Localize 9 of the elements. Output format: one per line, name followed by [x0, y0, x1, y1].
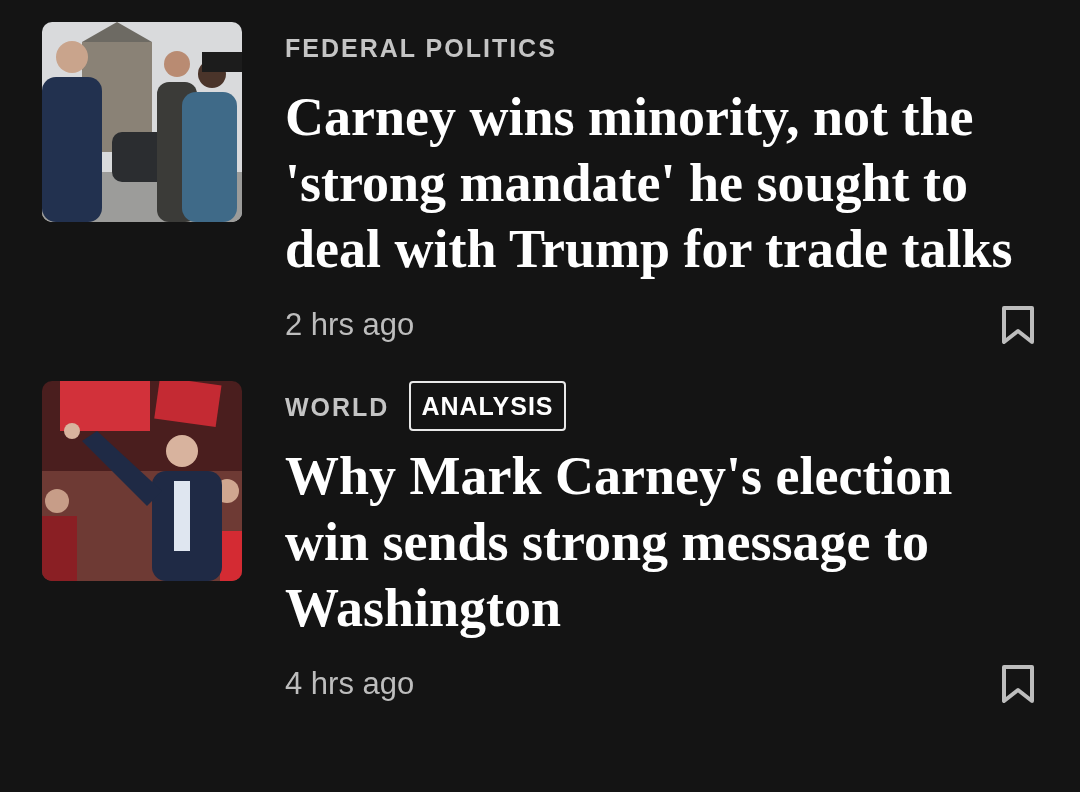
bookmark-icon[interactable]: [1001, 305, 1035, 346]
headline[interactable]: Why Mark Carney's election win sends strong message to Washington: [285, 442, 1045, 641]
category-label: WORLD: [285, 391, 390, 423]
bookmark-icon[interactable]: [1001, 663, 1035, 704]
category-label: FEDERAL POLITICS: [285, 33, 557, 65]
analysis-tag: ANALYSIS: [409, 380, 566, 431]
timestamp: 2 hrs ago: [285, 306, 415, 344]
headline[interactable]: Carney wins minority, not the 'strong mandate' he sought to deal with Trump for trade talks: [285, 84, 1045, 282]
timestamp: 4 hrs ago: [285, 664, 415, 703]
